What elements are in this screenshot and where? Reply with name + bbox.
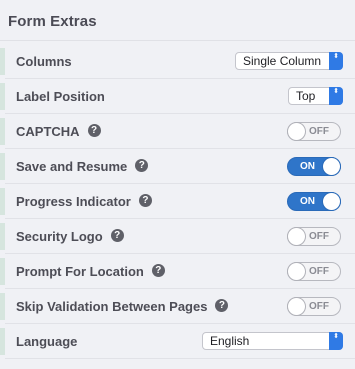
columns-label: Columns	[16, 54, 72, 69]
prompt-for-location-toggle[interactable]: OFF	[287, 262, 341, 281]
toggle-knob	[288, 228, 305, 245]
security-logo-label-text: Security Logo	[16, 229, 103, 244]
toggle-knob	[288, 298, 305, 315]
captcha-toggle[interactable]: OFF	[287, 122, 341, 141]
toggle-state: OFF	[309, 266, 329, 277]
row-save-and-resume: Save and Resume ? ON	[0, 149, 355, 184]
row-accent	[0, 48, 5, 75]
row-accent	[0, 223, 5, 250]
label-position-label: Label Position	[16, 89, 105, 104]
row-accent	[0, 188, 5, 215]
help-icon[interactable]: ?	[151, 264, 165, 277]
captcha-label: CAPTCHA ?	[16, 114, 101, 149]
security-logo-label: Security Logo ?	[16, 219, 124, 254]
label-position-select[interactable]: Top ⬍	[288, 87, 343, 105]
help-icon[interactable]: ?	[110, 229, 124, 242]
help-icon[interactable]: ?	[215, 299, 229, 312]
help-icon[interactable]: ?	[138, 194, 152, 207]
toggle-knob	[288, 263, 305, 280]
form-extras-panel: Form Extras Columns Single Column ⬍ Labe…	[0, 0, 355, 369]
save-and-resume-toggle[interactable]: ON	[287, 157, 341, 176]
language-select-value: English	[210, 334, 250, 348]
save-and-resume-label-text: Save and Resume	[16, 159, 128, 174]
skip-validation-label: Skip Validation Between Pages ?	[16, 289, 229, 324]
progress-indicator-label-text: Progress Indicator	[16, 194, 131, 209]
row-accent	[0, 83, 5, 110]
select-arrows-icon: ⬍	[329, 332, 343, 350]
row-captcha: CAPTCHA ? OFF	[0, 114, 355, 149]
help-icon[interactable]: ?	[87, 124, 101, 137]
row-skip-validation: Skip Validation Between Pages ? OFF	[0, 289, 355, 324]
row-prompt-for-location: Prompt For Location ? OFF	[0, 254, 355, 289]
columns-select-value: Single Column	[243, 54, 322, 68]
row-columns: Columns Single Column ⬍	[0, 44, 355, 79]
progress-indicator-label: Progress Indicator ?	[16, 184, 152, 219]
skip-validation-label-text: Skip Validation Between Pages	[16, 299, 208, 314]
progress-indicator-toggle[interactable]: ON	[287, 192, 341, 211]
row-divider	[5, 358, 355, 359]
label-position-select-value: Top	[296, 89, 316, 103]
toggle-state: ON	[300, 196, 315, 207]
select-arrows-icon: ⬍	[329, 87, 343, 105]
columns-select[interactable]: Single Column ⬍	[235, 52, 343, 70]
row-accent	[0, 293, 5, 320]
row-accent	[0, 258, 5, 285]
toggle-state: OFF	[309, 231, 329, 242]
toggle-knob	[323, 193, 340, 210]
toggle-state: ON	[300, 161, 315, 172]
prompt-for-location-label-text: Prompt For Location	[16, 264, 144, 279]
language-label: Language	[16, 334, 78, 349]
row-security-logo: Security Logo ? OFF	[0, 219, 355, 254]
toggle-state: OFF	[309, 301, 329, 312]
prompt-for-location-label: Prompt For Location ?	[16, 254, 165, 289]
row-accent	[0, 118, 5, 145]
save-and-resume-label: Save and Resume ?	[16, 149, 149, 184]
row-accent	[0, 153, 5, 180]
section-title: Form Extras	[8, 13, 97, 30]
row-language: Language English ⬍	[0, 324, 355, 359]
row-label-position: Label Position Top ⬍	[0, 79, 355, 114]
skip-validation-toggle[interactable]: OFF	[287, 297, 341, 316]
toggle-knob	[323, 158, 340, 175]
title-divider	[0, 40, 355, 41]
row-accent	[0, 328, 5, 355]
captcha-label-text: CAPTCHA	[16, 124, 80, 139]
security-logo-toggle[interactable]: OFF	[287, 227, 341, 246]
select-arrows-icon: ⬍	[329, 52, 343, 70]
help-icon[interactable]: ?	[135, 159, 149, 172]
row-progress-indicator: Progress Indicator ? ON	[0, 184, 355, 219]
toggle-knob	[288, 123, 305, 140]
toggle-state: OFF	[309, 126, 329, 137]
language-select[interactable]: English ⬍	[202, 332, 343, 350]
